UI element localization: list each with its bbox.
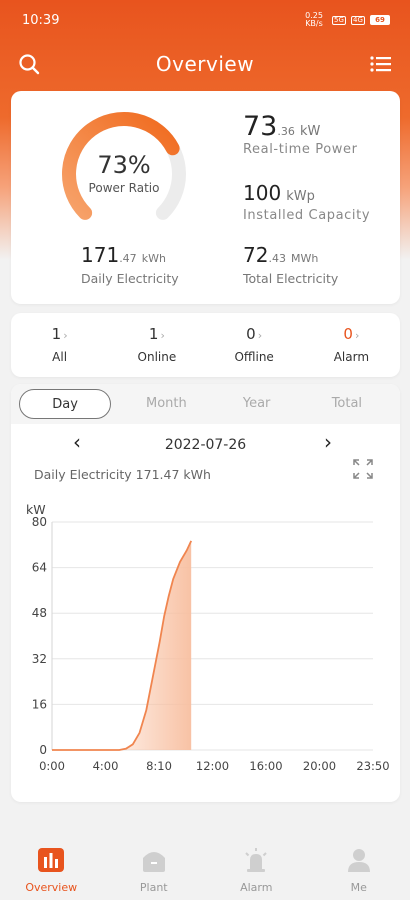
daily-electricity: 171.47 kWh Daily Electricity	[81, 243, 179, 286]
power-ratio-gauge: 73% Power Ratio	[57, 107, 191, 225]
installed-capacity-value: 100	[243, 181, 282, 205]
series-area	[119, 540, 192, 750]
nav-overview[interactable]: Overview	[0, 838, 103, 900]
fullscreen-icon[interactable]	[352, 458, 374, 480]
realtime-power-decimal: .36	[277, 125, 295, 138]
installed-capacity: 100 kWp Installed Capacity	[243, 181, 370, 223]
nav-overview-label: Overview	[25, 881, 78, 894]
nav-me-label: Me	[350, 881, 367, 894]
period-tabs: Day Month Year Total	[11, 384, 400, 424]
x-tick-label: 12:00	[196, 759, 229, 773]
power-line-chart: kW 016324864800:00 4:00 8:10 12:00 16:00 20:0…	[26, 502, 390, 773]
installed-capacity-unit: kWp	[286, 189, 315, 204]
total-electricity-decimal: .43	[268, 252, 286, 265]
y-tick-label: 16	[32, 697, 47, 711]
daily-electricity-label: Daily Electricity	[81, 271, 179, 286]
total-electricity-unit: MWh	[291, 252, 319, 265]
status-bar: 10:39 0.25 KB/s 5G 4G 69	[0, 0, 410, 40]
previous-date-icon[interactable]: ‹	[73, 430, 81, 454]
realtime-power: 73.36 kW Real-time Power	[243, 111, 358, 157]
chevron-right-icon: ›	[63, 329, 68, 342]
total-electricity-value: 72	[243, 243, 269, 267]
date-selector: ‹ 2022-07-26 ›	[11, 430, 400, 458]
total-electricity-label: Total Electricity	[243, 271, 339, 286]
status-online[interactable]: 1 › Online	[108, 313, 205, 377]
daily-electricity-value: 171	[81, 243, 120, 267]
status-alarm-count: 0	[343, 325, 353, 343]
y-tick-label: 32	[32, 652, 47, 666]
status-alarm-label: Alarm	[333, 350, 370, 364]
status-offline-label: Offline	[234, 350, 274, 364]
nav-alarm[interactable]: Alarm	[205, 838, 308, 900]
x-tick-label: 0:00	[39, 759, 65, 773]
daily-electricity-decimal: .47	[119, 252, 137, 265]
daily-electricity-summary: Daily Electricity 171.47 kWh	[34, 467, 211, 482]
search-icon[interactable]	[16, 51, 42, 77]
summary-card: 73% Power Ratio 73.36 kW Real-time Power…	[11, 91, 400, 304]
status-time: 10:39	[22, 12, 60, 28]
chevron-right-icon: ›	[257, 329, 263, 342]
installed-capacity-label: Installed Capacity	[243, 208, 371, 223]
status-alarm[interactable]: 0 › Alarm	[303, 313, 400, 377]
realtime-power-unit: kW	[299, 124, 321, 139]
status-all-label: All	[52, 350, 68, 364]
net-speed: 0.25 KB/s	[305, 11, 323, 28]
power-ratio-label: Power Ratio	[88, 181, 160, 195]
status-all[interactable]: 1 › All	[11, 313, 108, 377]
tab-year[interactable]: Year	[212, 389, 302, 419]
x-tick-label: 23:50	[356, 759, 389, 773]
nav-alarm-label: Alarm	[240, 881, 273, 894]
nav-me[interactable]: Me	[308, 838, 410, 900]
app-header: Overview	[0, 44, 410, 84]
daily-electricity-unit: kWh	[141, 252, 166, 265]
tab-day[interactable]: Day	[19, 389, 112, 419]
tab-total[interactable]: Total	[302, 389, 392, 419]
plant-house-icon	[141, 848, 167, 876]
realtime-power-label: Real-time Power	[243, 142, 358, 157]
nav-plant[interactable]: Plant	[103, 838, 206, 900]
person-icon	[347, 848, 371, 876]
list-icon[interactable]	[368, 51, 394, 77]
status-offline[interactable]: 0 › Offline	[206, 313, 303, 377]
signal-indicator-2: 4G	[351, 15, 365, 25]
x-tick-label: 16:00	[249, 759, 282, 773]
total-electricity: 72.43 MWh Total Electricity	[243, 243, 338, 286]
y-tick-label: 64	[32, 561, 47, 575]
power-ratio-value: 73%	[97, 151, 151, 179]
nav-plant-label: Plant	[139, 881, 168, 894]
alarm-bell-icon	[242, 848, 270, 876]
y-tick-label: 80	[32, 515, 47, 529]
x-tick-label: 8:10	[146, 759, 172, 773]
chevron-right-icon: ›	[160, 329, 165, 342]
power-chart-card: Day Month Year Total ‹ 2022-07-26 › Dail…	[11, 384, 400, 802]
status-online-label: Online	[137, 350, 177, 364]
y-tick-label: 0	[39, 743, 47, 757]
battery-icon: 69	[370, 15, 390, 25]
signal-indicator-1: 5G	[332, 15, 346, 25]
x-tick-label: 4:00	[93, 759, 119, 773]
bar-chart-icon	[38, 848, 65, 876]
status-all-count: 1	[51, 325, 62, 343]
next-date-icon[interactable]: ›	[324, 430, 332, 454]
selected-date[interactable]: 2022-07-26	[165, 437, 246, 453]
page-title: Overview	[155, 52, 255, 76]
plant-status-card: 1 › All 1 › Online 0 › Offline 0 › Alarm	[11, 313, 400, 377]
bottom-navigation: Overview Plant Alarm Me	[0, 838, 410, 900]
chevron-right-icon: ›	[354, 329, 360, 342]
y-tick-label: 48	[32, 606, 47, 620]
status-offline-count: 0	[246, 325, 256, 343]
status-indicators: 0.25 KB/s 5G 4G 69	[301, 12, 390, 28]
realtime-power-value: 73	[243, 111, 278, 142]
x-tick-label: 20:00	[303, 759, 336, 773]
status-online-count: 1	[148, 325, 159, 343]
tab-month[interactable]: Month	[121, 389, 211, 419]
